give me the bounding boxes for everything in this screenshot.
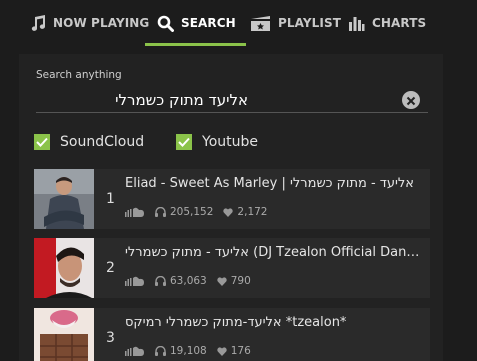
music-note-icon bbox=[30, 15, 46, 31]
plays-value: 205,152 bbox=[170, 206, 214, 218]
tab-search[interactable]: SEARCH bbox=[145, 0, 246, 46]
tab-charts[interactable]: CHARTS bbox=[348, 0, 426, 46]
result-title[interactable]: אליעד-מתוק כשמרלי רמיקס *tzealon* bbox=[125, 315, 425, 330]
soundcloud-icon bbox=[125, 207, 145, 217]
tab-search-label: SEARCH bbox=[181, 16, 236, 30]
plays-value: 63,063 bbox=[170, 275, 207, 287]
bar-chart-icon bbox=[348, 15, 365, 31]
result-index: 3 bbox=[106, 330, 115, 346]
result-stats: 63,063 790 bbox=[125, 275, 261, 287]
heart-icon bbox=[217, 346, 227, 356]
soundcloud-option[interactable]: SoundCloud bbox=[34, 134, 144, 150]
soundcloud-checkbox[interactable] bbox=[34, 134, 50, 150]
tab-now-playing-label: NOW PLAYING bbox=[53, 16, 150, 30]
result-item[interactable]: 3 אליעד-מתוק כשמרלי רמיקס *tzealon* 19,1… bbox=[34, 308, 430, 361]
thumbnail bbox=[34, 169, 94, 229]
plays-value: 19,108 bbox=[170, 345, 207, 357]
soundcloud-label: SoundCloud bbox=[60, 134, 145, 150]
youtube-label: Youtube bbox=[202, 134, 258, 150]
likes-count: 176 bbox=[217, 345, 251, 357]
headphones-icon bbox=[155, 276, 166, 286]
likes-value: 176 bbox=[230, 345, 251, 357]
plays-count: 205,152 bbox=[155, 206, 213, 218]
thumbnail bbox=[34, 238, 94, 298]
clear-search-button[interactable] bbox=[402, 91, 420, 109]
playlist-icon bbox=[250, 15, 271, 32]
search-label: Search anything bbox=[36, 69, 122, 81]
tab-now-playing[interactable]: NOW PLAYING bbox=[30, 0, 149, 46]
heart-icon bbox=[217, 276, 227, 286]
plays-count: 63,063 bbox=[155, 275, 207, 287]
tab-playlist[interactable]: PLAYLIST bbox=[250, 0, 341, 46]
youtube-option[interactable]: Youtube bbox=[176, 134, 258, 150]
search-panel: Search anything SoundCloud Youtube bbox=[19, 54, 443, 361]
headphones-icon bbox=[155, 207, 166, 217]
likes-value: 790 bbox=[230, 275, 251, 287]
search-input[interactable] bbox=[36, 87, 428, 113]
likes-count: 790 bbox=[217, 275, 251, 287]
youtube-checkbox[interactable] bbox=[176, 134, 192, 150]
result-index: 1 bbox=[106, 191, 115, 207]
result-title[interactable]: אליעד - מתוק כשמרלי (DJ Tzealon Official… bbox=[125, 245, 425, 260]
likes-count: 2,172 bbox=[223, 206, 267, 218]
soundcloud-icon bbox=[125, 346, 145, 356]
result-item[interactable]: 1 Eliad - Sweet As Marley | אליעד - מתוק… bbox=[34, 169, 430, 229]
plays-count: 19,108 bbox=[155, 345, 207, 357]
soundcloud-icon bbox=[125, 276, 145, 286]
result-item[interactable]: 2 אליעד - מתוק כשמרלי (DJ Tzealon Offici… bbox=[34, 238, 430, 298]
result-stats: 205,152 2,172 bbox=[125, 206, 277, 218]
result-index: 2 bbox=[106, 260, 115, 276]
thumbnail bbox=[34, 308, 94, 361]
search-icon bbox=[157, 15, 174, 32]
top-nav: NOW PLAYING SEARCH PLAYLIST CHARTS bbox=[0, 0, 477, 46]
heart-icon bbox=[223, 207, 234, 217]
result-title[interactable]: Eliad - Sweet As Marley | אליעד - מתוק כ… bbox=[125, 176, 425, 191]
headphones-icon bbox=[155, 346, 166, 356]
tab-charts-label: CHARTS bbox=[372, 16, 427, 30]
close-icon bbox=[406, 91, 416, 110]
tab-playlist-label: PLAYLIST bbox=[278, 16, 342, 30]
likes-value: 2,172 bbox=[237, 206, 268, 218]
result-stats: 19,108 176 bbox=[125, 345, 261, 357]
